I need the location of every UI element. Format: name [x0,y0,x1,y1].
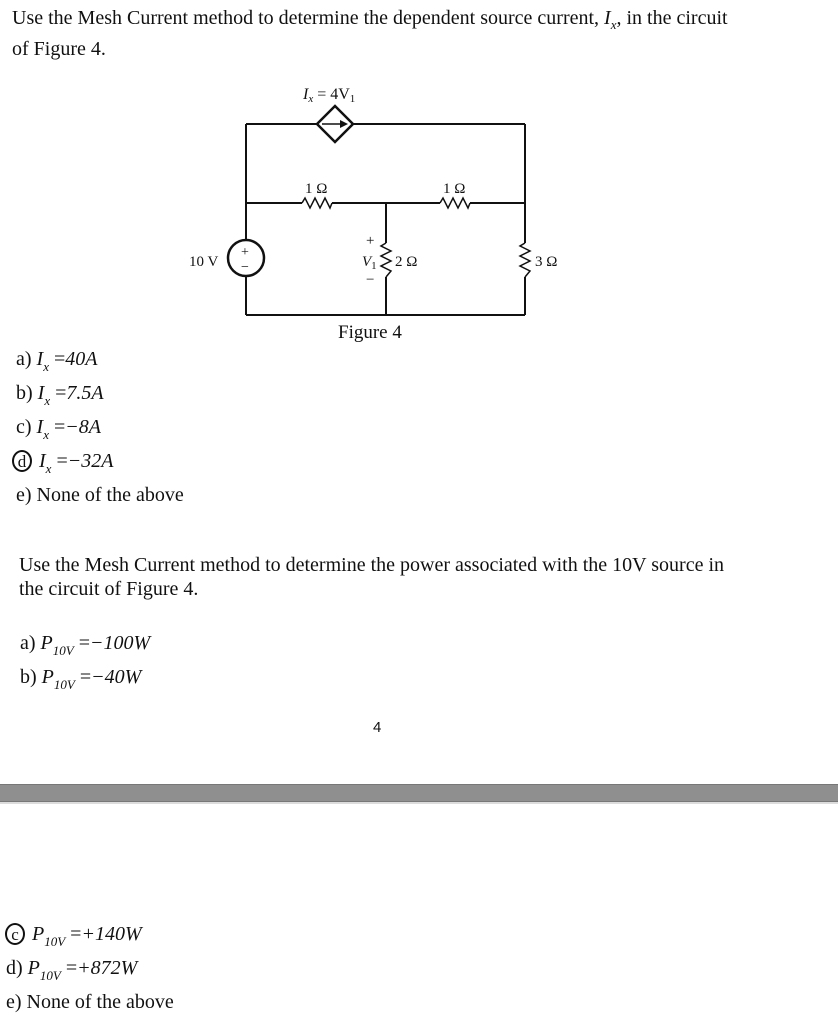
option-eq: = [56,450,68,472]
option-var-sub: 10V [52,643,74,658]
question-2-prompt: Use the Mesh Current method to determine… [19,553,834,601]
option-var-sub: x [43,427,49,442]
question-1-option-b[interactable]: b) Ix =7.5A [16,377,184,411]
option-value: −100W [90,632,151,654]
question-1-option-c[interactable]: c) Ix =−8A [16,411,184,445]
current-arrow-head [340,120,348,128]
resistor-1ohm-right-label: 1 Ω [443,181,465,197]
option-var: I [39,450,46,472]
option-eq: = [54,348,66,370]
voltage-source-plus: + [241,245,249,260]
dependent-source-label: Ix = 4V1 [302,86,355,105]
question-1-options: a) Ix =40A b) Ix =7.5A c) Ix =−8A d Ix =… [12,343,184,512]
option-value: −40W [91,666,142,688]
option-var: P [27,957,40,979]
option-eq: = [65,957,78,979]
question-2-option-e[interactable]: e) None of the above [5,986,174,1019]
option-eq: = [79,666,92,688]
option-var: P [40,632,53,654]
question-1-option-e[interactable]: e) None of the above [16,479,184,512]
option-value: −32A [67,450,114,472]
page-number: 4 [373,719,382,736]
voltage-source-minus: − [241,260,249,275]
voltage-source-label: 10 V [189,254,218,270]
option-value: −8A [65,416,101,438]
option-var-sub: x [45,461,52,476]
option-var-sub: 10V [39,968,61,983]
option-value: 7.5A [66,382,104,404]
option-letter: c) [16,416,32,438]
option-value: +872W [77,957,138,979]
option-letter: a) [16,348,32,370]
v1-plus: + [366,233,374,249]
page-break-shadow [0,802,838,804]
resistor-3ohm-icon [518,242,532,278]
question-2-prompt-line1: Use the Mesh Current method to determine… [19,554,725,576]
question-2-option-b[interactable]: b) P10V =−40W [20,661,150,695]
figure-caption: Figure 4 [338,322,402,343]
option-var-sub: x [43,359,49,374]
option-letter: d) [6,957,23,979]
question-2-option-a[interactable]: a) P10V =−100W [20,627,150,661]
resistor-3ohm-label: 3 Ω [535,254,557,270]
option-var-sub: 10V [53,677,75,692]
resistor-1ohm-left-label: 1 Ω [305,181,327,197]
resistor-2ohm-icon [379,242,393,278]
option-var: P [32,923,45,945]
selected-answer-circle-icon: c [5,923,25,945]
option-var: P [41,666,54,688]
question-1-option-d-selected[interactable]: d Ix =−32A [12,445,184,479]
question-2-option-c-selected[interactable]: c P10V =+140W [5,918,174,952]
option-value: +140W [81,923,142,945]
circuit-figure-4: Ix = 4V1 + − 10 V 1 Ω 1 Ω 2 Ω 3 Ω + V1 −… [189,86,557,343]
option-letter: a) [20,632,36,654]
question-1-option-a[interactable]: a) Ix =40A [16,343,184,377]
v1-label: V1 [362,254,377,272]
option-var-sub: 10V [44,934,66,949]
option-value: 40A [65,348,98,370]
option-eq: = [70,923,82,945]
selected-answer-circle-icon: d [12,450,32,472]
question-2-prompt-line2: the circuit of Figure 4. [19,578,199,600]
option-text: None of the above [26,991,174,1013]
resistor-1ohm-left-icon [301,196,333,210]
option-eq: = [55,382,67,404]
resistor-1ohm-right-icon [439,196,471,210]
option-letter: b) [16,382,33,404]
question-2-option-d[interactable]: d) P10V =+872W [5,952,174,986]
option-eq: = [54,416,66,438]
question-2-options-page4: a) P10V =−100W b) P10V =−40W [20,627,150,695]
option-var-sub: x [44,393,51,408]
v1-minus: − [366,272,374,288]
option-letter: e) [6,991,22,1013]
option-eq: = [78,632,90,654]
option-letter: b) [20,666,37,688]
resistor-2ohm-label: 2 Ω [395,254,417,270]
page-break-divider [0,784,838,802]
question-2-options-page5: c P10V =+140W d) P10V =+872W e) None of … [5,918,174,1019]
option-letter: e) [16,484,32,506]
option-text: None of the above [36,484,184,506]
